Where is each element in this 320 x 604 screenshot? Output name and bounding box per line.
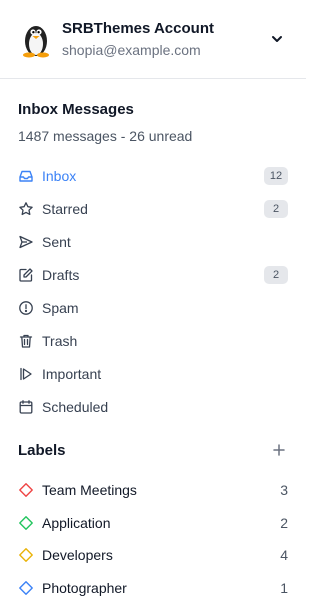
diamond-icon bbox=[18, 547, 34, 563]
nav-label: Sent bbox=[42, 234, 288, 250]
nav-item-spam[interactable]: Spam bbox=[0, 291, 306, 324]
inbox-title: Inbox Messages bbox=[18, 101, 288, 119]
penguin-avatar bbox=[18, 19, 54, 59]
edit-icon bbox=[18, 267, 34, 283]
inbox-header: Inbox Messages 1487 messages - 26 unread bbox=[0, 79, 306, 145]
count-badge: 2 bbox=[264, 200, 288, 218]
label-name: Application bbox=[42, 515, 280, 531]
label-item-application[interactable]: Application 2 bbox=[0, 507, 306, 540]
label-item-developers[interactable]: Developers 4 bbox=[0, 539, 306, 572]
account-header[interactable]: SRBThemes Account shopia@example.com bbox=[0, 0, 306, 79]
send-icon bbox=[18, 234, 34, 250]
labels-header: Labels bbox=[0, 440, 306, 460]
diamond-icon bbox=[18, 515, 34, 531]
nav-label: Trash bbox=[42, 333, 288, 349]
nav-label: Inbox bbox=[42, 168, 264, 184]
label-count: 4 bbox=[280, 547, 288, 563]
nav-item-scheduled[interactable]: Scheduled bbox=[0, 390, 306, 423]
important-icon bbox=[18, 366, 34, 382]
label-item-team-meetings[interactable]: Team Meetings 3 bbox=[0, 474, 306, 507]
inbox-icon bbox=[18, 168, 34, 184]
calendar-icon bbox=[18, 399, 34, 415]
diamond-icon bbox=[18, 580, 34, 596]
star-icon bbox=[18, 201, 34, 217]
unread-badge: 12 bbox=[264, 167, 288, 185]
plus-icon[interactable] bbox=[270, 441, 288, 459]
diamond-shape bbox=[20, 549, 32, 561]
nav-item-sent[interactable]: Sent bbox=[0, 225, 306, 258]
count-badge: 2 bbox=[264, 266, 288, 284]
label-count: 3 bbox=[280, 482, 288, 498]
nav-item-important[interactable]: Important bbox=[0, 357, 306, 390]
nav-label: Scheduled bbox=[42, 399, 288, 415]
label-name: Developers bbox=[42, 547, 280, 563]
nav-label: Drafts bbox=[42, 267, 264, 283]
label-count: 1 bbox=[280, 580, 288, 596]
nav-label: Important bbox=[42, 366, 288, 382]
alert-circle-icon bbox=[18, 300, 34, 316]
nav-item-starred[interactable]: Starred 2 bbox=[0, 192, 306, 225]
labels-list: Team Meetings 3 Application 2 Developers… bbox=[0, 474, 306, 604]
trash-icon bbox=[18, 333, 34, 349]
diamond-shape bbox=[20, 582, 32, 594]
chevron-down-icon[interactable] bbox=[266, 28, 288, 50]
label-count: 2 bbox=[280, 515, 288, 531]
diamond-shape bbox=[20, 517, 32, 529]
labels-title: Labels bbox=[18, 442, 270, 459]
label-name: Photographer bbox=[42, 580, 280, 596]
nav-item-drafts[interactable]: Drafts 2 bbox=[0, 258, 306, 291]
nav-label: Spam bbox=[42, 300, 288, 316]
nav-label: Starred bbox=[42, 201, 264, 217]
account-email: shopia@example.com bbox=[62, 41, 266, 59]
label-item-photographer[interactable]: Photographer 1 bbox=[0, 572, 306, 604]
nav-item-inbox[interactable]: Inbox 12 bbox=[0, 159, 306, 192]
nav-item-trash[interactable]: Trash bbox=[0, 324, 306, 357]
diamond-icon bbox=[18, 482, 34, 498]
mail-folders: Inbox 12 Starred 2 Sent Drafts 2 Spam Tr… bbox=[0, 159, 306, 423]
diamond-shape bbox=[20, 484, 32, 496]
account-name: SRBThemes Account bbox=[62, 20, 266, 38]
label-name: Team Meetings bbox=[42, 482, 280, 498]
inbox-summary: 1487 messages - 26 unread bbox=[18, 127, 288, 145]
